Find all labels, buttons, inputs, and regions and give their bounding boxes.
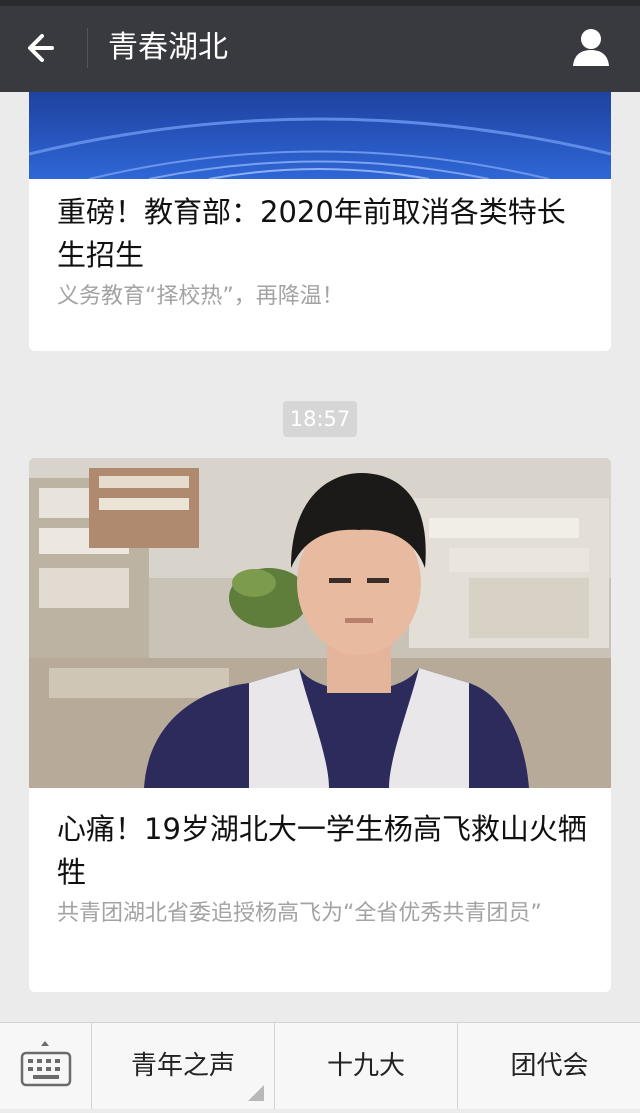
status-bar <box>0 0 640 6</box>
app-header: 青春湖北 <box>0 0 640 92</box>
menu-tab-label: 青年之声 <box>130 1051 235 1081</box>
back-button[interactable] <box>20 28 66 68</box>
profile-button[interactable] <box>570 26 612 70</box>
article-cover-image[interactable] <box>29 92 611 179</box>
back-arrow-icon <box>28 34 54 62</box>
page-title: 青春湖北 <box>108 30 228 65</box>
submenu-indicator-icon <box>248 1085 264 1101</box>
article-card[interactable]: 重磅！教育部：2020年前取消各类特长生招生 义务教育“择校热”，再降温！ <box>29 92 611 351</box>
article-digest: 共青团湖北省委追授杨高飞为“全省优秀共青团员” <box>57 901 542 926</box>
menu-tab-league-congress[interactable]: 团代会 <box>457 1023 640 1109</box>
article-cover-image[interactable] <box>29 458 611 788</box>
keyboard-icon <box>20 1041 72 1087</box>
article-card[interactable]: 心痛！19岁湖北大一学生杨高飞救山火牺牲 共青团湖北省委追授杨高飞为“全省优秀共… <box>29 458 611 992</box>
article-title[interactable]: 重磅！教育部：2020年前取消各类特长生招生 <box>57 191 587 277</box>
person-icon <box>573 29 609 66</box>
article-title[interactable]: 心痛！19岁湖北大一学生杨高飞救山火牺牲 <box>57 808 587 894</box>
bottom-menu-bar: 青年之声 十九大 团代会 <box>0 1022 640 1109</box>
menu-tab-label: 团代会 <box>510 1051 589 1081</box>
message-feed[interactable]: 重磅！教育部：2020年前取消各类特长生招生 义务教育“择校热”，再降温！ 18… <box>0 92 640 1022</box>
menu-tab-label: 十九大 <box>326 1051 405 1081</box>
article-digest: 义务教育“择校热”，再降温！ <box>57 284 344 309</box>
time-separator: 18:57 <box>283 401 357 437</box>
header-divider <box>87 28 88 68</box>
keyboard-toggle-button[interactable] <box>0 1023 91 1109</box>
menu-tab-19th-congress[interactable]: 十九大 <box>274 1023 457 1109</box>
menu-tab-youth-voice[interactable]: 青年之声 <box>91 1023 274 1109</box>
